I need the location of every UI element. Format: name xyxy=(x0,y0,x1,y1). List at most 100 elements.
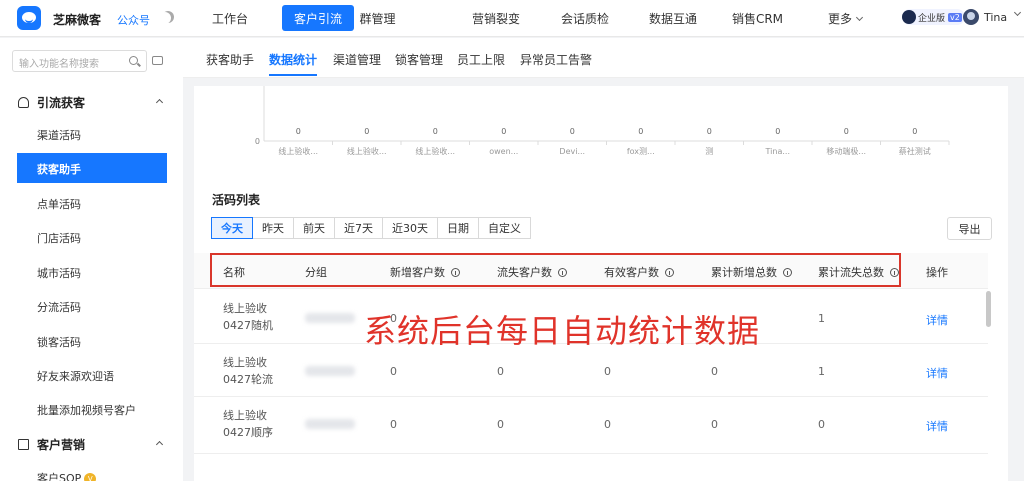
x-tick-label: fox测... xyxy=(627,147,655,156)
nav-more-label: 更多 xyxy=(827,12,852,26)
x-tick-label: 线上验收... xyxy=(415,146,455,156)
row-group-redacted xyxy=(305,419,355,429)
row-new: 0 xyxy=(390,365,397,378)
x-tick-label: Tina... xyxy=(765,147,790,156)
sidebar-item-channel-code[interactable]: 渠道活码 xyxy=(37,127,81,143)
sidebar-item-split-code[interactable]: 分流活码 xyxy=(37,299,81,315)
vip-badge-icon: V xyxy=(84,473,97,481)
row-name-line: 线上验收 xyxy=(223,356,267,369)
sidebar-item-welcome-message[interactable]: 好友来源欢迎语 xyxy=(37,368,114,384)
sidebar-group-marketing[interactable]: 客户营销 xyxy=(18,436,85,453)
table-row: 线上验收 0427轮流 0 0 0 0 1 详情 xyxy=(194,345,988,397)
row-total-new: 0 xyxy=(711,365,718,378)
filter-last-7-days[interactable]: 近7天 xyxy=(334,217,383,239)
sidebar-item-batch-video-customers[interactable]: 批量添加视频号客户 xyxy=(37,402,136,418)
sidebar-item-customer-sop[interactable]: 客户SOP V xyxy=(37,470,97,481)
data-label: 0 xyxy=(844,127,849,136)
user-menu-chevron-icon[interactable] xyxy=(1013,8,1022,17)
data-label: 0 xyxy=(638,127,643,136)
user-name[interactable]: Tina xyxy=(984,11,1007,24)
moon-icon[interactable] xyxy=(162,11,174,23)
data-label: 0 xyxy=(433,127,438,136)
row-group-redacted xyxy=(305,313,355,323)
x-tick-label: Devi... xyxy=(559,147,585,156)
data-label: 0 xyxy=(296,127,301,136)
sidebar-collapse-icon[interactable] xyxy=(152,56,163,65)
data-label: 0 xyxy=(775,127,780,136)
nav-workbench[interactable]: 工作台 xyxy=(205,0,255,37)
row-detail-link[interactable]: 详情 xyxy=(926,418,948,434)
document-icon xyxy=(18,439,29,450)
sidebar-item-city-code[interactable]: 城市活码 xyxy=(37,265,81,281)
row-name: 线上验收 0427顺序 xyxy=(223,407,273,441)
x-tick-label: 线上验收... xyxy=(347,146,387,156)
data-label: 0 xyxy=(364,127,369,136)
chevron-up-icon[interactable] xyxy=(155,98,164,107)
acquisition-bar-chart: 0 0 线上验收... 0 线上验收... 0 线上验收... 0 owen... 0 Devi..… xyxy=(255,86,950,156)
row-valid: 0 xyxy=(604,365,611,378)
avatar[interactable] xyxy=(963,9,979,25)
sidebar-group-acquisition[interactable]: 引流获客 xyxy=(18,94,85,111)
row-name-line: 0427随机 xyxy=(223,319,273,332)
nav-session-qc[interactable]: 会话质检 xyxy=(555,0,615,37)
sidebar-item-acquisition-assistant[interactable]: 获客助手 xyxy=(17,153,167,183)
main-content: 0 0 线上验收... 0 线上验收... 0 线上验收... 0 owen... 0 Devi..… xyxy=(194,86,1008,481)
nav-data-interop[interactable]: 数据互通 xyxy=(644,0,702,37)
date-filter-group: 今天 昨天 前天 近7天 近30天 日期 自定义 xyxy=(211,217,531,239)
x-tick-label: 测 xyxy=(705,147,713,156)
row-lost: 0 xyxy=(497,418,504,431)
nav-more[interactable]: 更多 xyxy=(825,0,865,37)
row-total-new: 0 xyxy=(711,418,718,431)
nav-marketing-fission[interactable]: 营销裂变 xyxy=(467,0,525,37)
table-scrollbar[interactable] xyxy=(986,291,991,327)
export-button[interactable]: 导出 xyxy=(947,217,992,240)
tab-data-statistics[interactable]: 数据统计 xyxy=(269,51,318,76)
y-tick-label: 0 xyxy=(255,137,260,146)
filter-yesterday[interactable]: 昨天 xyxy=(252,217,294,239)
row-name-line: 0427顺序 xyxy=(223,426,273,439)
x-tick-label: owen... xyxy=(489,147,518,156)
nav-group-management[interactable]: 群管理 xyxy=(355,0,400,37)
tab-acquisition-assistant[interactable]: 获客助手 xyxy=(206,51,254,68)
filter-custom[interactable]: 自定义 xyxy=(478,217,531,239)
row-total-lost: 0 xyxy=(818,418,825,431)
edition-badge[interactable]: 企业版 v2 xyxy=(902,9,965,25)
tab-staff-limit[interactable]: 员工上限 xyxy=(457,51,505,68)
row-name: 线上验收 0427随机 xyxy=(223,300,273,334)
search-icon[interactable] xyxy=(129,56,138,65)
data-label: 0 xyxy=(570,127,575,136)
sidebar-item-order-code[interactable]: 点单活码 xyxy=(37,196,81,212)
nav-sales-crm[interactable]: 销售CRM xyxy=(731,0,784,37)
row-valid: 0 xyxy=(604,418,611,431)
sidebar-item-lock-code[interactable]: 锁客活码 xyxy=(37,334,81,350)
chevron-up-icon[interactable] xyxy=(155,440,164,449)
function-search-input[interactable]: 输入功能名称搜索 xyxy=(12,50,147,72)
overlay-caption: 系统后台每日自动统计数据 xyxy=(364,312,761,350)
filter-day-before[interactable]: 前天 xyxy=(293,217,335,239)
tab-lock-management[interactable]: 锁客管理 xyxy=(395,51,443,68)
tab-channel-management[interactable]: 渠道管理 xyxy=(333,51,381,68)
filter-last-30-days[interactable]: 近30天 xyxy=(382,217,438,239)
column-actions: 操作 xyxy=(926,266,948,279)
account-type-link[interactable]: 公众号 xyxy=(117,12,150,28)
edition-label: 企业版 xyxy=(918,13,946,24)
filter-date[interactable]: 日期 xyxy=(437,217,479,239)
user-add-icon xyxy=(18,97,29,108)
sidebar-group-label: 客户营销 xyxy=(37,438,86,452)
x-tick-label: 蔡社测试 xyxy=(899,146,931,156)
sub-tabs: 获客助手 数据统计 渠道管理 锁客管理 员工上限 异常员工告警 xyxy=(183,38,1024,78)
row-detail-link[interactable]: 详情 xyxy=(926,365,948,381)
chevron-down-icon xyxy=(855,13,864,21)
brand-logo-icon[interactable] xyxy=(17,6,41,30)
x-tick-label: 移动端极... xyxy=(826,146,866,156)
row-detail-link[interactable]: 详情 xyxy=(926,312,948,328)
filter-today[interactable]: 今天 xyxy=(211,217,253,239)
row-name-line: 0427轮流 xyxy=(223,373,273,386)
sidebar-item-store-code[interactable]: 门店活码 xyxy=(37,230,81,246)
data-label: 0 xyxy=(501,127,506,136)
data-label: 0 xyxy=(912,127,917,136)
nav-customer-acquisition[interactable]: 客户引流 xyxy=(282,5,354,31)
table-row: 线上验收 0427顺序 0 0 0 0 0 详情 xyxy=(194,398,988,454)
x-tick-label: 线上验收... xyxy=(278,146,318,156)
tab-abnormal-staff-alert[interactable]: 异常员工告警 xyxy=(520,51,592,68)
